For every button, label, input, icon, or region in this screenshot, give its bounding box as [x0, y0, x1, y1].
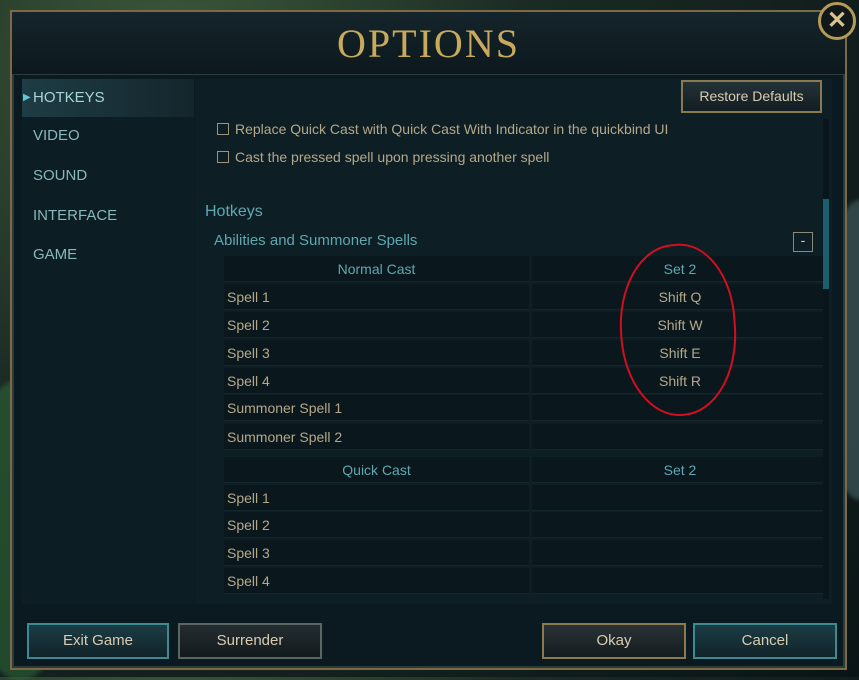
sidebar-item-label: VIDEO: [33, 127, 80, 144]
sidebar: ▶ HOTKEYS VIDEO SOUND INTERFACE GAME: [22, 79, 194, 604]
action-name: Spell 4: [224, 568, 529, 594]
keybind-cell[interactable]: [532, 424, 828, 450]
option-label: Cast the pressed spell upon pressing ano…: [235, 149, 550, 165]
sidebar-item-video[interactable]: VIDEO: [22, 117, 194, 155]
option-label: Replace Quick Cast with Quick Cast With …: [235, 121, 669, 137]
keybind-cell[interactable]: Shift R: [532, 368, 828, 394]
active-arrow-icon: ▶: [23, 92, 31, 103]
action-name: Spell 1: [224, 485, 529, 511]
title-bar: OPTIONS: [12, 12, 845, 75]
table-row: Spell 1 Shift Q: [224, 284, 828, 311]
section-title: Hotkeys: [205, 203, 263, 220]
column-header: Set 2: [532, 457, 828, 483]
scrollbar-thumb[interactable]: [823, 199, 829, 289]
restore-defaults-button[interactable]: Restore Defaults: [681, 80, 822, 113]
sidebar-item-label: GAME: [33, 246, 78, 263]
keybind-cell[interactable]: [532, 540, 828, 566]
okay-button[interactable]: Okay: [542, 623, 686, 659]
close-icon[interactable]: ✕: [818, 2, 856, 40]
sidebar-item-sound[interactable]: SOUND: [22, 157, 194, 195]
collapse-button[interactable]: -: [793, 232, 813, 252]
action-name: Spell 3: [224, 540, 529, 566]
column-header: Normal Cast: [224, 256, 529, 282]
option-row: Replace Quick Cast with Quick Cast With …: [217, 121, 668, 137]
column-header: Set 2: [532, 256, 828, 282]
table-row: Spell 4 Shift R: [224, 368, 828, 395]
sidebar-item-label: SOUND: [33, 167, 88, 184]
table-row: Spell 3: [224, 540, 828, 567]
scrollbar[interactable]: [823, 119, 829, 599]
sidebar-item-interface[interactable]: INTERFACE: [22, 197, 194, 235]
subsection-title: Abilities and Summoner Spells: [214, 232, 418, 249]
table-row: Spell 2: [224, 512, 828, 539]
sidebar-item-hotkeys[interactable]: ▶ HOTKEYS: [22, 79, 194, 117]
table-header: Normal Cast Set 2: [224, 256, 828, 283]
column-header: Quick Cast: [224, 457, 529, 483]
table-row: Summoner Spell 2: [224, 424, 828, 451]
keybind-cell[interactable]: Shift Q: [532, 284, 828, 310]
keybind-cell[interactable]: [532, 485, 828, 511]
sidebar-item-label: HOTKEYS: [33, 89, 105, 106]
cancel-button[interactable]: Cancel: [693, 623, 837, 659]
surrender-button[interactable]: Surrender: [178, 623, 322, 659]
keybind-cell[interactable]: [532, 568, 828, 594]
table-row: Spell 1: [224, 485, 828, 512]
action-name: Spell 4: [224, 368, 529, 394]
table-row: Summoner Spell 1: [224, 395, 828, 422]
quickcast-indicator-checkbox[interactable]: [217, 123, 229, 135]
action-name: Summoner Spell 1: [224, 395, 529, 421]
keybind-cell[interactable]: [532, 395, 828, 421]
table-header: Quick Cast Set 2: [224, 457, 828, 484]
table-row: Spell 3 Shift E: [224, 340, 828, 367]
footer: Exit Game Surrender Okay Cancel: [12, 620, 845, 670]
sidebar-item-label: INTERFACE: [33, 207, 118, 224]
dialog-title: OPTIONS: [337, 21, 520, 66]
action-name: Spell 2: [224, 512, 529, 538]
action-name: Spell 3: [224, 340, 529, 366]
exit-game-button[interactable]: Exit Game: [27, 623, 169, 659]
options-dialog: OPTIONS ▶ HOTKEYS VIDEO SOUND INTERFACE …: [10, 10, 847, 670]
table-row: Spell 2 Shift W: [224, 312, 828, 339]
keybind-cell[interactable]: Shift W: [532, 312, 828, 338]
option-row: Cast the pressed spell upon pressing ano…: [217, 149, 549, 165]
cast-pressed-spell-checkbox[interactable]: [217, 151, 229, 163]
action-name: Spell 2: [224, 312, 529, 338]
keybind-cell[interactable]: [532, 512, 828, 538]
keybind-cell[interactable]: Shift E: [532, 340, 828, 366]
action-name: Summoner Spell 2: [224, 424, 529, 450]
table-row: Spell 4: [224, 568, 828, 595]
hotkeys-panel: Restore Defaults Replace Quick Cast with…: [195, 79, 832, 604]
sidebar-item-game[interactable]: GAME: [22, 236, 194, 274]
action-name: Spell 1: [224, 284, 529, 310]
